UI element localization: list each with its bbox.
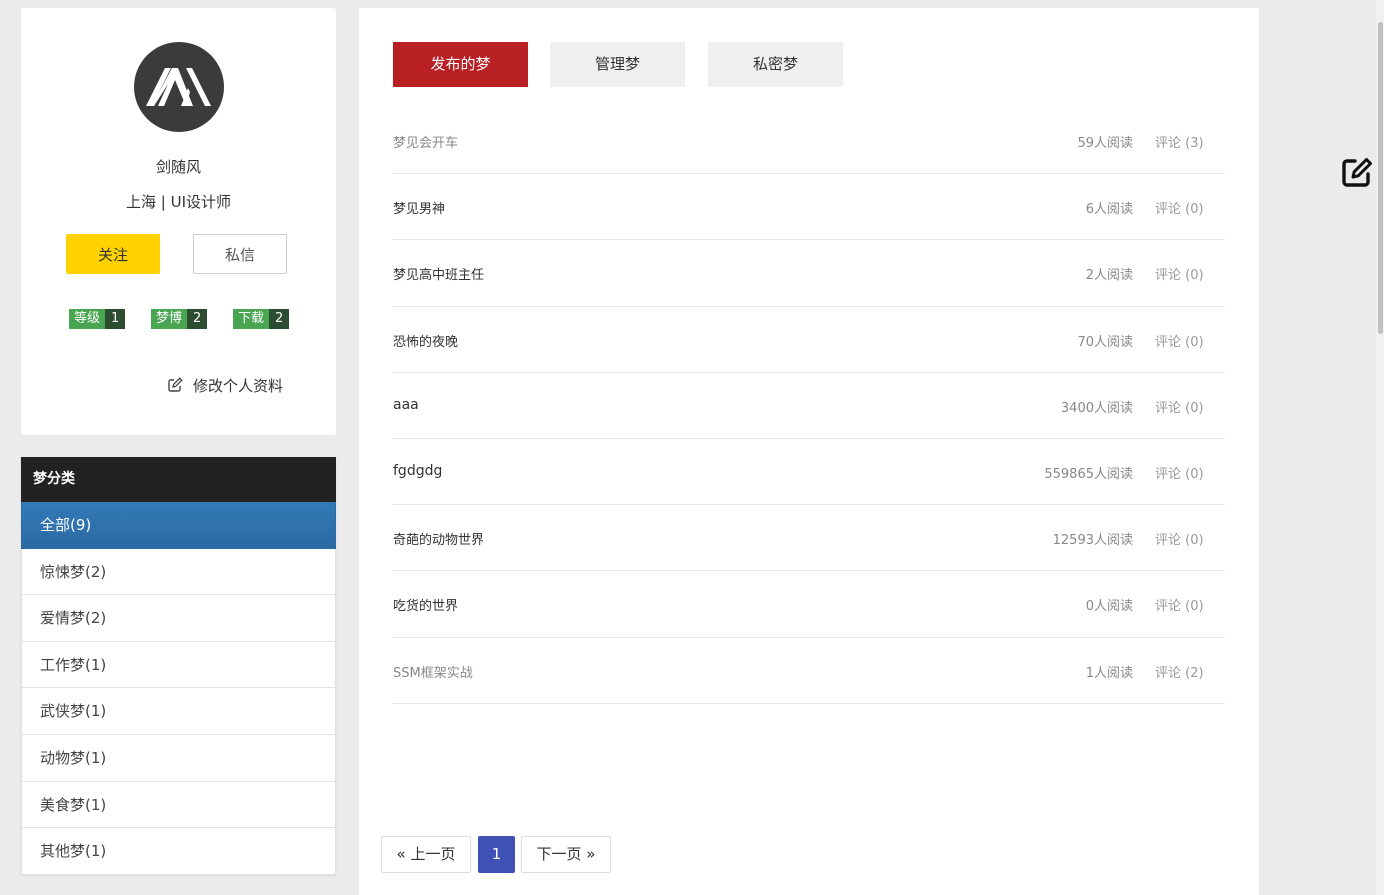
comment-count[interactable]: 评论 (0) (1155, 463, 1204, 482)
list-item: fgdgdg 559865人阅读 评论 (0) (393, 439, 1225, 506)
dream-title-link[interactable]: 梦见男神 (393, 198, 445, 217)
message-button[interactable]: 私信 (193, 234, 287, 274)
badge-value: 2 (187, 309, 208, 329)
read-count: 70人阅读 (1077, 334, 1133, 350)
category-item-food[interactable]: 美食梦(1) (21, 781, 336, 829)
badge-level: 等级 1 (69, 309, 126, 329)
category-item-work[interactable]: 工作梦(1) (21, 641, 336, 689)
read-count: 3400人阅读 (1060, 400, 1133, 416)
list-item: 恐怖的夜晚 70人阅读 评论 (0) (393, 307, 1225, 373)
dream-title-link[interactable]: 奇葩的动物世界 (393, 529, 484, 548)
dream-list: 梦见会开车 59人阅读 评论 (3) 梦见男神 6人阅读 评论 (0) 梦见高中… (393, 108, 1225, 704)
dream-title-link[interactable]: SSM框架实战 (393, 662, 473, 681)
category-item-all[interactable]: 全部(9) (21, 502, 336, 549)
tab-published[interactable]: 发布的梦 (393, 42, 528, 87)
read-count: 12593人阅读 (1052, 533, 1133, 549)
badge-row: 等级 1 梦博 2 下载 2 (21, 309, 336, 329)
read-count: 1人阅读 (1085, 665, 1133, 681)
floating-edit-button[interactable] (1340, 156, 1374, 190)
category-item-thriller[interactable]: 惊悚梦(2) (21, 548, 336, 596)
category-item-other[interactable]: 其他梦(1) (21, 828, 336, 875)
profile-card: 剑随风 上海 | UI设计师 关注 私信 等级 1 梦博 2 下载 2 修改个人… (21, 8, 336, 435)
user-name: 剑随风 (155, 158, 201, 176)
badge-label: 梦博 (151, 309, 188, 329)
list-item: aaa 3400人阅读 评论 (0) (393, 373, 1225, 439)
category-item-love[interactable]: 爱情梦(2) (21, 595, 336, 642)
next-page-button[interactable]: 下一页 » (521, 836, 611, 873)
comment-count[interactable]: 评论 (0) (1155, 397, 1204, 416)
list-item: 梦见高中班主任 2人阅读 评论 (0) (393, 240, 1225, 307)
dream-title-link[interactable]: 吃货的世界 (393, 595, 458, 614)
list-item: SSM框架实战 1人阅读 评论 (2) (393, 638, 1225, 704)
read-count: 59人阅读 (1077, 136, 1133, 151)
avatar[interactable] (134, 42, 224, 132)
dream-title-link[interactable]: 梦见会开车 (393, 132, 458, 151)
dream-title-link[interactable]: 恐怖的夜晚 (393, 331, 458, 350)
comment-count[interactable]: 评论 (0) (1155, 595, 1204, 614)
badge-value: 1 (105, 309, 126, 329)
read-count: 559865人阅读 (1044, 466, 1133, 482)
category-header: 梦分类 (21, 457, 336, 502)
scrollbar-thumb[interactable] (1378, 22, 1383, 334)
badge-value: 2 (269, 309, 290, 329)
badge-label: 等级 (69, 309, 106, 329)
follow-button[interactable]: 关注 (66, 234, 160, 274)
page: 剑随风 上海 | UI设计师 关注 私信 等级 1 梦博 2 下载 2 修改个人… (0, 0, 1384, 895)
list-item: 奇葩的动物世界 12593人阅读 评论 (0) (393, 505, 1225, 572)
comment-count[interactable]: 评论 (0) (1155, 198, 1204, 217)
tab-manage[interactable]: 管理梦 (550, 42, 685, 87)
comment-count[interactable]: 评论 (2) (1155, 662, 1204, 681)
read-count: 0人阅读 (1085, 599, 1133, 615)
mountain-logo-icon (146, 68, 211, 106)
comment-count[interactable]: 评论 (0) (1155, 331, 1204, 350)
list-item: 梦见会开车 59人阅读 评论 (3) (393, 108, 1225, 175)
comment-count[interactable]: 评论 (0) (1155, 264, 1204, 283)
badge-label: 下载 (233, 309, 270, 329)
dream-title-link[interactable]: aaa (393, 397, 419, 413)
read-count: 6人阅读 (1085, 202, 1133, 218)
comment-count[interactable]: 评论 (0) (1155, 529, 1204, 548)
dream-title-link[interactable]: fgdgdg (393, 463, 442, 479)
read-count: 2人阅读 (1085, 268, 1133, 284)
edit-profile-label: 修改个人资料 (193, 376, 284, 395)
user-location-title: 上海 | UI设计师 (126, 193, 231, 211)
badge-download: 下载 2 (233, 309, 290, 329)
edit-profile-link[interactable]: 修改个人资料 (167, 374, 283, 396)
dream-title-link[interactable]: 梦见高中班主任 (393, 264, 484, 283)
edit-square-icon (168, 377, 183, 392)
prev-page-button[interactable]: « 上一页 (381, 836, 471, 873)
category-panel: 梦分类 全部(9) 惊悚梦(2) 爱情梦(2) 工作梦(1) 武侠梦(1) 动物… (21, 457, 336, 875)
edit-square-icon (1342, 158, 1372, 187)
badge-blog: 梦博 2 (151, 309, 208, 329)
comment-count[interactable]: 评论 (3) (1155, 132, 1204, 151)
category-item-wuxia[interactable]: 武侠梦(1) (21, 688, 336, 735)
list-item: 吃货的世界 0人阅读 评论 (0) (393, 571, 1225, 638)
tab-private[interactable]: 私密梦 (708, 42, 843, 87)
main-content: 发布的梦 管理梦 私密梦 梦见会开车 59人阅读 评论 (3) 梦见男神 6人阅… (359, 8, 1259, 895)
category-item-animal[interactable]: 动物梦(1) (21, 734, 336, 782)
current-page-button[interactable]: 1 (478, 836, 515, 873)
list-item: 梦见男神 6人阅读 评论 (0) (393, 174, 1225, 241)
